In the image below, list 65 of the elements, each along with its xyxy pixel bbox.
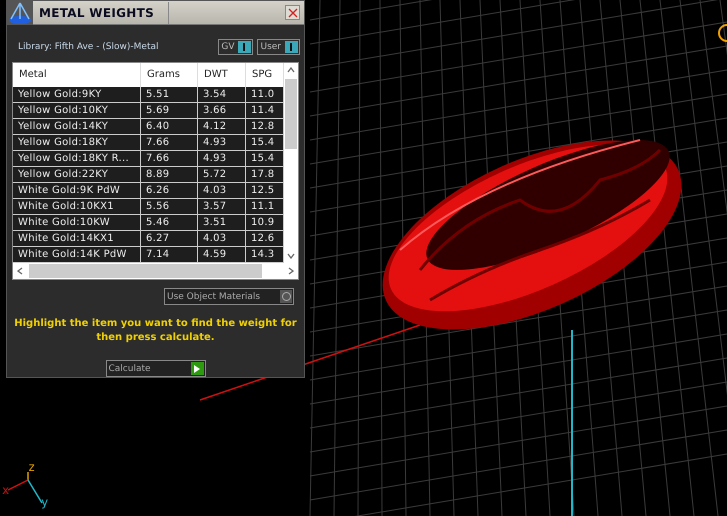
table-cell: 8.89: [141, 167, 198, 183]
toggle-button[interactable]: User: [257, 38, 300, 54]
circle-mark-icon: [718, 24, 727, 42]
table-cell: Yellow Gold:22KY: [13, 167, 141, 183]
table-cell: 3.66: [198, 103, 246, 119]
table-cell: 15.4: [246, 151, 284, 167]
table-cell: 5.69: [141, 103, 198, 119]
table-cell: 4.59: [198, 247, 246, 263]
table-cell: 14.3: [246, 247, 284, 263]
toggle-button[interactable]: GV: [218, 38, 254, 54]
table-cell: 10.9: [246, 215, 284, 231]
axis-label: x: [2, 484, 10, 496]
table-cell: 17.8: [246, 167, 284, 183]
table-cell: 7.14: [141, 247, 198, 263]
table-cell: 5.51: [141, 87, 198, 103]
table-cell: Yellow Gold:14KY: [13, 119, 141, 135]
vertical-scrollbar[interactable]: [284, 63, 298, 263]
table-cell: 3.57: [198, 199, 246, 215]
table-cell: White Gold:10KX1: [13, 199, 141, 215]
table-cell: 6.40: [141, 119, 198, 135]
table-cell: 4.03: [198, 183, 246, 199]
table-cell: 12.8: [246, 119, 284, 135]
table-cell: 5.72: [198, 167, 246, 183]
scroll-left-icon[interactable]: [17, 267, 23, 275]
table-cell: Yellow Gold:9KY: [13, 87, 141, 103]
scroll-right-icon[interactable]: [288, 267, 294, 275]
table-cell: 3.51: [198, 215, 246, 231]
table-cell: 5.46: [141, 215, 198, 231]
table-cell: 5.56: [141, 199, 198, 215]
table-cell: Yellow Gold:18KY R...: [13, 151, 141, 167]
table-cell: 3.54: [198, 87, 246, 103]
table-cell: 4.93: [198, 135, 246, 151]
table-cell: Yellow Gold:18KY: [13, 135, 141, 151]
instruction-text: Highlight the item you want to find the weight for then press calculate.: [13, 317, 298, 345]
table-cell: 7.66: [141, 151, 198, 167]
table-cell: 4.12: [198, 119, 246, 135]
table-cell: 4.03: [198, 231, 246, 247]
table-cell: 12.5: [246, 183, 284, 199]
table-cell: Yellow Gold:10KY: [13, 103, 141, 119]
table-cell: 4.93: [198, 151, 246, 167]
use-object-materials-toggle[interactable]: Use Object Materials: [164, 288, 294, 305]
close-button[interactable]: [285, 5, 300, 20]
table-cell: 11.1: [246, 199, 284, 215]
close-icon: [288, 8, 298, 18]
table-cell: 12.6: [246, 231, 284, 247]
calculate-button[interactable]: Calculate: [106, 360, 206, 377]
axis-label: z: [28, 461, 36, 473]
scroll-up-icon[interactable]: [287, 67, 295, 73]
table-cell: White Gold:14KX1: [13, 231, 141, 247]
table-cell: 15.4: [246, 135, 284, 151]
table-cell: White Gold:9K PdW: [13, 183, 141, 199]
table-cell: White Gold:10KW: [13, 215, 141, 231]
scroll-down-icon[interactable]: [287, 253, 295, 259]
table-cell: 7.66: [141, 135, 198, 151]
table-cell: 6.27: [141, 231, 198, 247]
table-cell: 11.4: [246, 103, 284, 119]
play-icon: [190, 362, 204, 375]
window-title: METAL WEIGHTS: [39, 2, 170, 24]
axis-triad-drawing: [8, 472, 43, 504]
library-label: Library: Fifth Ave - (Slow)-Metal: [18, 42, 160, 52]
table-cell: 11.0: [246, 87, 284, 103]
axis-label: y: [41, 496, 48, 508]
horizontal-scrollbar[interactable]: [13, 263, 298, 279]
table-cell: 6.26: [141, 183, 198, 199]
table-cell: White Gold:14K PdW: [13, 247, 141, 263]
